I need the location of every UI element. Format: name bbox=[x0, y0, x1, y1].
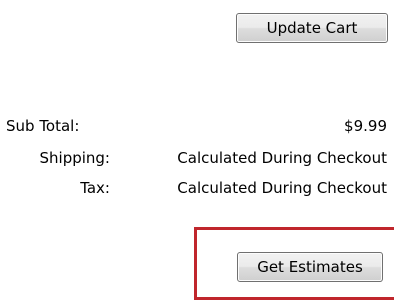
tax-label: Tax: bbox=[80, 179, 110, 197]
get-estimates-button[interactable]: Get Estimates bbox=[237, 252, 383, 282]
subtotal-row: Sub Total: $9.99 bbox=[0, 116, 394, 136]
tax-value: Calculated During Checkout bbox=[177, 179, 387, 197]
shipping-value: Calculated During Checkout bbox=[177, 149, 387, 167]
update-cart-button[interactable]: Update Cart bbox=[236, 13, 388, 43]
shipping-label: Shipping: bbox=[39, 149, 111, 167]
tax-row: Tax: Calculated During Checkout bbox=[0, 178, 394, 198]
subtotal-value: $9.99 bbox=[344, 117, 387, 135]
shipping-row: Shipping: Calculated During Checkout bbox=[0, 148, 394, 168]
subtotal-label: Sub Total: bbox=[6, 117, 80, 135]
